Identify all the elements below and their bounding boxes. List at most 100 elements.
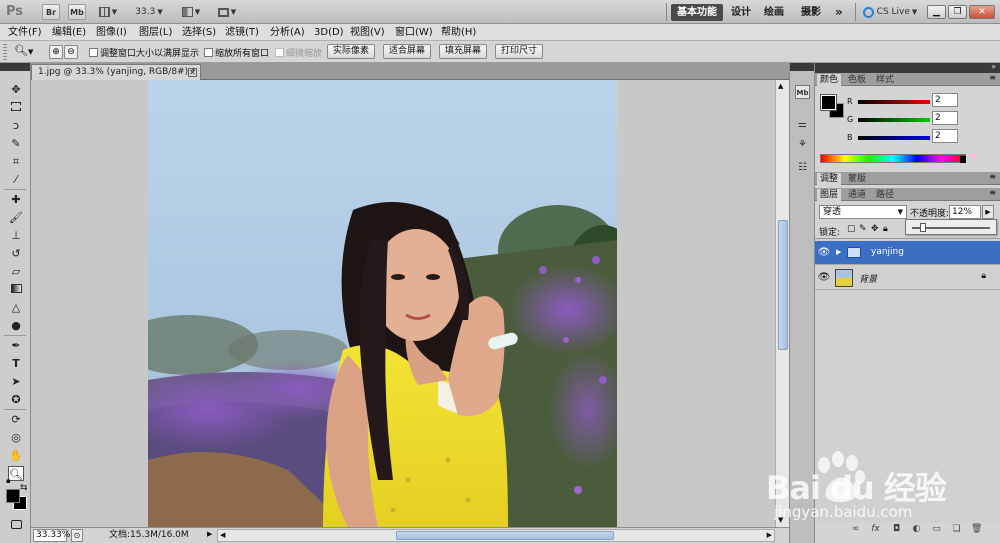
healing-brush-tool-icon[interactable]: ✚ [8, 192, 24, 207]
zoom-in-button[interactable]: ⊕ [49, 45, 63, 59]
menu-help[interactable]: 帮助(H) [441, 25, 476, 40]
new-group-icon[interactable]: ▭ [931, 524, 942, 535]
tool-preset-picker[interactable]: 🔍︎▼ [14, 44, 40, 60]
arrange-documents-button[interactable]: ▼ [178, 4, 204, 20]
close-tab-icon[interactable]: ✕ [188, 68, 197, 77]
tab-paths[interactable]: 路径 [873, 189, 897, 201]
opacity-slider-handle[interactable] [920, 223, 926, 232]
move-tool-icon[interactable]: ✥ [8, 82, 24, 97]
panel-menu-icon[interactable]: ≡ [989, 188, 996, 197]
adjustment-layer-icon[interactable]: ◐ [911, 524, 922, 535]
menu-layer[interactable]: 图层(L) [139, 25, 172, 40]
actual-pixels-button[interactable]: 实际像素 [327, 44, 376, 59]
more-workspaces-button[interactable]: » [829, 4, 849, 21]
resize-windows-checkbox[interactable]: 调整窗口大小以满屏显示 [89, 45, 199, 59]
lock-pixels-icon[interactable]: ✎ [859, 224, 867, 234]
fit-screen-button[interactable]: 适合屏幕 [383, 44, 432, 59]
mini-bridge-panel-icon[interactable]: Mb [795, 85, 810, 99]
foreground-color-swatch[interactable] [6, 489, 20, 503]
workspace-essentials[interactable]: 基本功能 [671, 4, 723, 21]
zoom-percentage-field[interactable]: 33.33% [33, 529, 70, 542]
status-info-icon[interactable]: ⊙ [71, 529, 83, 542]
lock-all-icon[interactable]: 🔒︎ [883, 224, 888, 234]
green-slider[interactable] [858, 118, 930, 122]
expand-group-icon[interactable]: ▶ [836, 248, 841, 256]
lasso-tool-icon[interactable]: ↄ [8, 118, 24, 133]
color-ramp-black-swatch[interactable] [960, 156, 966, 163]
document-tab[interactable]: 1.jpg @ 33.3% (yanjing, RGB/8#) * ✕ [31, 64, 201, 80]
red-slider[interactable] [858, 100, 930, 104]
restore-button[interactable]: ❐ [948, 5, 967, 19]
scroll-left-icon[interactable]: ◀ [220, 531, 225, 539]
type-tool-icon[interactable]: T [8, 356, 24, 371]
color-ramp[interactable] [820, 154, 966, 163]
delete-layer-icon[interactable]: 🗑︎ [971, 524, 982, 535]
dock-header[interactable]: » [815, 62, 1000, 73]
cs-live-button[interactable]: CS Live ▼ [861, 4, 919, 20]
layer-style-icon[interactable]: fx [870, 524, 881, 535]
menu-3d[interactable]: 3D(D) [314, 25, 344, 40]
opacity-slider-toggle[interactable]: ▶ [982, 205, 994, 219]
print-size-button[interactable]: 打印尺寸 [495, 44, 544, 59]
lock-position-icon[interactable]: ✥ [871, 224, 879, 234]
tab-color[interactable]: 颜色 [817, 74, 842, 86]
panel-menu-icon[interactable]: ≡ [989, 172, 996, 181]
menu-edit[interactable]: 编辑(E) [52, 25, 86, 40]
workspace-photography[interactable]: 摄影 [795, 4, 827, 21]
document-canvas[interactable] [148, 80, 617, 527]
view-extras-button[interactable]: ▼ [95, 4, 121, 20]
quick-mask-icon[interactable] [8, 518, 24, 533]
new-layer-icon[interactable]: ❏ [951, 524, 962, 535]
swap-colors-icon[interactable]: ⇆ [20, 483, 28, 493]
brush-tool-icon[interactable]: 🖌︎ [8, 210, 24, 225]
mini-bridge-button[interactable]: Mb [68, 4, 86, 20]
layer-row[interactable]: 👁︎ ▶ yanjing [815, 241, 1000, 265]
canvas-pasteboard[interactable] [31, 80, 775, 527]
collapse-dock-icon[interactable]: » [991, 62, 996, 71]
3d-orbit-tool-icon[interactable]: ◎ [8, 430, 24, 445]
scroll-up-icon[interactable]: ▲ [778, 82, 783, 90]
shape-tool-icon[interactable]: ✪ [8, 392, 24, 407]
toolbar-header[interactable] [0, 63, 30, 71]
layer-row[interactable]: 👁︎ 背景 🔒︎ [815, 266, 1000, 290]
vertical-scrollbar[interactable]: ▲ ▼ [775, 80, 789, 527]
opacity-field[interactable]: 12% [949, 205, 981, 219]
history-panel-icon[interactable]: ☷ [795, 161, 810, 175]
path-selection-tool-icon[interactable]: ➤ [8, 374, 24, 389]
blue-slider[interactable] [858, 136, 930, 140]
crop-tool-icon[interactable]: ⌗ [8, 154, 24, 169]
zoom-out-button[interactable]: ⊖ [64, 45, 78, 59]
strip-header[interactable] [790, 63, 814, 71]
lock-transparency-icon[interactable]: ▢ [847, 224, 856, 234]
status-menu-arrow-icon[interactable]: ▶ [207, 530, 212, 538]
quick-selection-tool-icon[interactable]: ✎ [8, 136, 24, 151]
menu-analysis[interactable]: 分析(A) [270, 25, 305, 40]
hand-tool-icon[interactable]: ✋ [8, 448, 24, 463]
menu-filter[interactable]: 滤镜(T) [225, 25, 259, 40]
blend-mode-dropdown[interactable]: 穿透 ▼ [819, 205, 907, 219]
opacity-slider-popup[interactable] [905, 219, 997, 235]
scroll-right-icon[interactable]: ▶ [767, 531, 772, 539]
default-colors-icon[interactable]: ▪ [6, 477, 11, 485]
zoom-level-dropdown[interactable]: 33.3 ▼ [132, 4, 166, 20]
menu-select[interactable]: 选择(S) [182, 25, 216, 40]
3d-rotate-tool-icon[interactable]: ⟳ [8, 412, 24, 427]
menu-view[interactable]: 视图(V) [350, 25, 385, 40]
green-value-field[interactable]: 2 [932, 111, 958, 125]
menu-window[interactable]: 窗口(W) [395, 25, 433, 40]
zoom-all-windows-checkbox[interactable]: 缩放所有窗口 [204, 45, 269, 59]
horizontal-scrollbar[interactable]: ◀ ▶ [217, 529, 775, 542]
blur-tool-icon[interactable]: △ [8, 300, 24, 315]
tab-styles[interactable]: 样式 [873, 74, 897, 86]
add-mask-icon[interactable]: ◘ [891, 524, 902, 535]
fill-screen-button[interactable]: 填充屏幕 [439, 44, 488, 59]
tab-channels[interactable]: 通道 [845, 189, 869, 201]
scroll-down-icon[interactable]: ▼ [778, 516, 783, 524]
visibility-eye-icon[interactable]: 👁︎ [817, 246, 831, 259]
pen-tool-icon[interactable]: ✒ [8, 338, 24, 353]
tab-adjustments[interactable]: 调整 [817, 173, 842, 185]
dodge-tool-icon[interactable]: ● [8, 318, 24, 333]
eraser-tool-icon[interactable]: ▱ [8, 264, 24, 279]
tab-swatches[interactable]: 色板 [845, 74, 869, 86]
close-window-button[interactable]: ✕ [969, 5, 995, 19]
